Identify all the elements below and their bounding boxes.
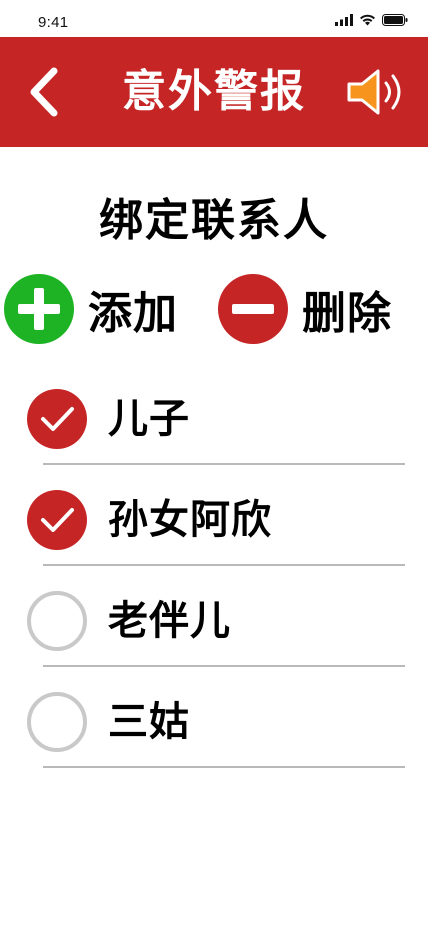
divider [43,665,405,667]
app-header: 意外警报 [0,37,428,147]
wifi-icon [360,14,375,26]
plus-circle-icon [4,274,74,344]
divider [43,463,405,465]
speaker-volume-icon [347,69,401,115]
contact-item[interactable]: 孙女阿欣 [0,473,428,574]
speaker-button[interactable] [346,67,410,117]
status-time: 9:41 [38,14,69,31]
divider [43,564,405,566]
delete-contact-button[interactable]: 删除 [218,270,392,348]
add-contact-button[interactable]: 添加 [4,270,178,348]
contact-name: 儿子 [108,396,190,442]
checked-circle-icon[interactable] [27,490,87,550]
contact-item[interactable]: 三姑 [0,675,428,776]
divider [43,766,405,768]
unchecked-circle-icon[interactable] [27,692,87,752]
contact-item[interactable]: 儿子 [0,372,428,473]
contact-name: 老伴儿 [108,598,231,644]
status-icons [335,14,408,26]
add-contact-label: 添加 [88,288,178,339]
contact-actions: 添加 删除 [0,270,428,348]
checked-circle-icon[interactable] [27,389,87,449]
contact-item[interactable]: 老伴儿 [0,574,428,675]
section-title: 绑定联系人 [99,195,329,246]
minus-circle-icon [218,274,288,344]
contact-list: 儿子 孙女阿欣 老伴儿 三姑 [0,372,428,776]
contact-name: 孙女阿欣 [108,497,272,543]
battery-icon [382,14,408,26]
unchecked-circle-icon[interactable] [27,591,87,651]
contact-name: 三姑 [108,699,190,745]
status-bar: 9:41 [0,0,428,37]
delete-contact-label: 删除 [302,288,392,339]
cellular-signal-icon [335,14,353,26]
